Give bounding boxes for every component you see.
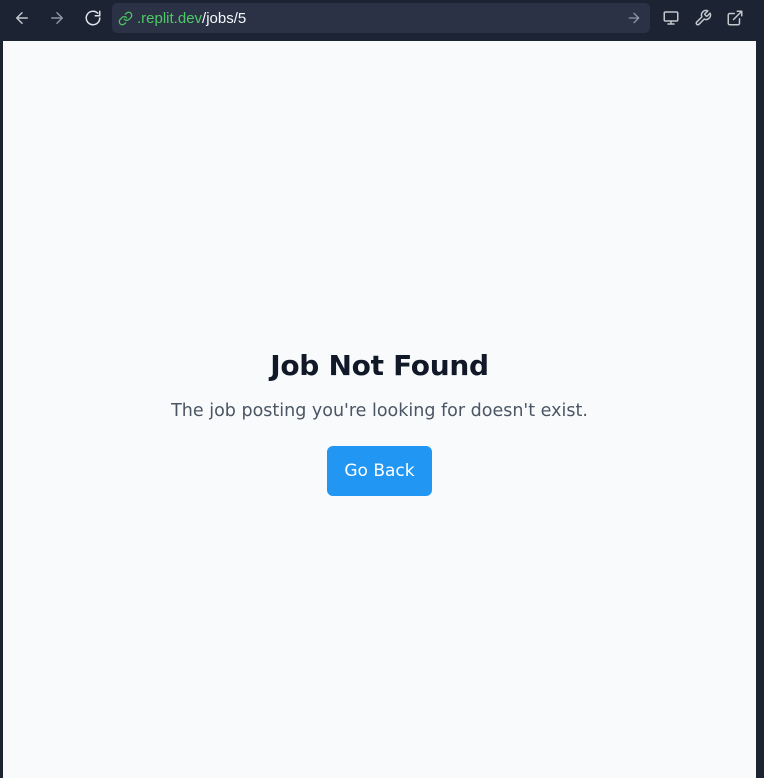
browser-toolbar: .replit.dev/jobs/5 [0, 0, 764, 41]
url-domain: .replit.dev [137, 9, 203, 27]
not-found-panel: Job Not Found The job posting you're loo… [3, 346, 756, 496]
not-found-message: The job posting you're looking for doesn… [171, 401, 588, 421]
page-title: Job Not Found [270, 349, 489, 382]
arrow-right-icon [51, 12, 63, 24]
link-icon [118, 11, 133, 25]
arrow-left-icon [16, 12, 28, 24]
url-path: /jobs/5 [202, 9, 247, 27]
devtools-button[interactable] [690, 6, 716, 30]
external-link-icon [727, 10, 743, 26]
reload-button[interactable] [80, 6, 106, 30]
url-text[interactable]: .replit.dev/jobs/5 [137, 10, 246, 27]
go-back-button[interactable]: Go Back [327, 446, 432, 496]
reload-icon [85, 10, 101, 26]
devices-button[interactable] [658, 6, 684, 30]
page-viewport: Job Not Found The job posting you're loo… [3, 41, 756, 778]
open-new-tab-button[interactable] [722, 6, 748, 30]
url-bar[interactable]: .replit.dev/jobs/5 [112, 3, 650, 33]
forward-button[interactable] [44, 6, 70, 30]
wrench-icon [695, 9, 712, 26]
navigate-arrow-icon[interactable] [626, 10, 642, 26]
back-button[interactable] [9, 6, 35, 30]
window-edge [756, 41, 764, 778]
monitor-icon [663, 11, 679, 25]
